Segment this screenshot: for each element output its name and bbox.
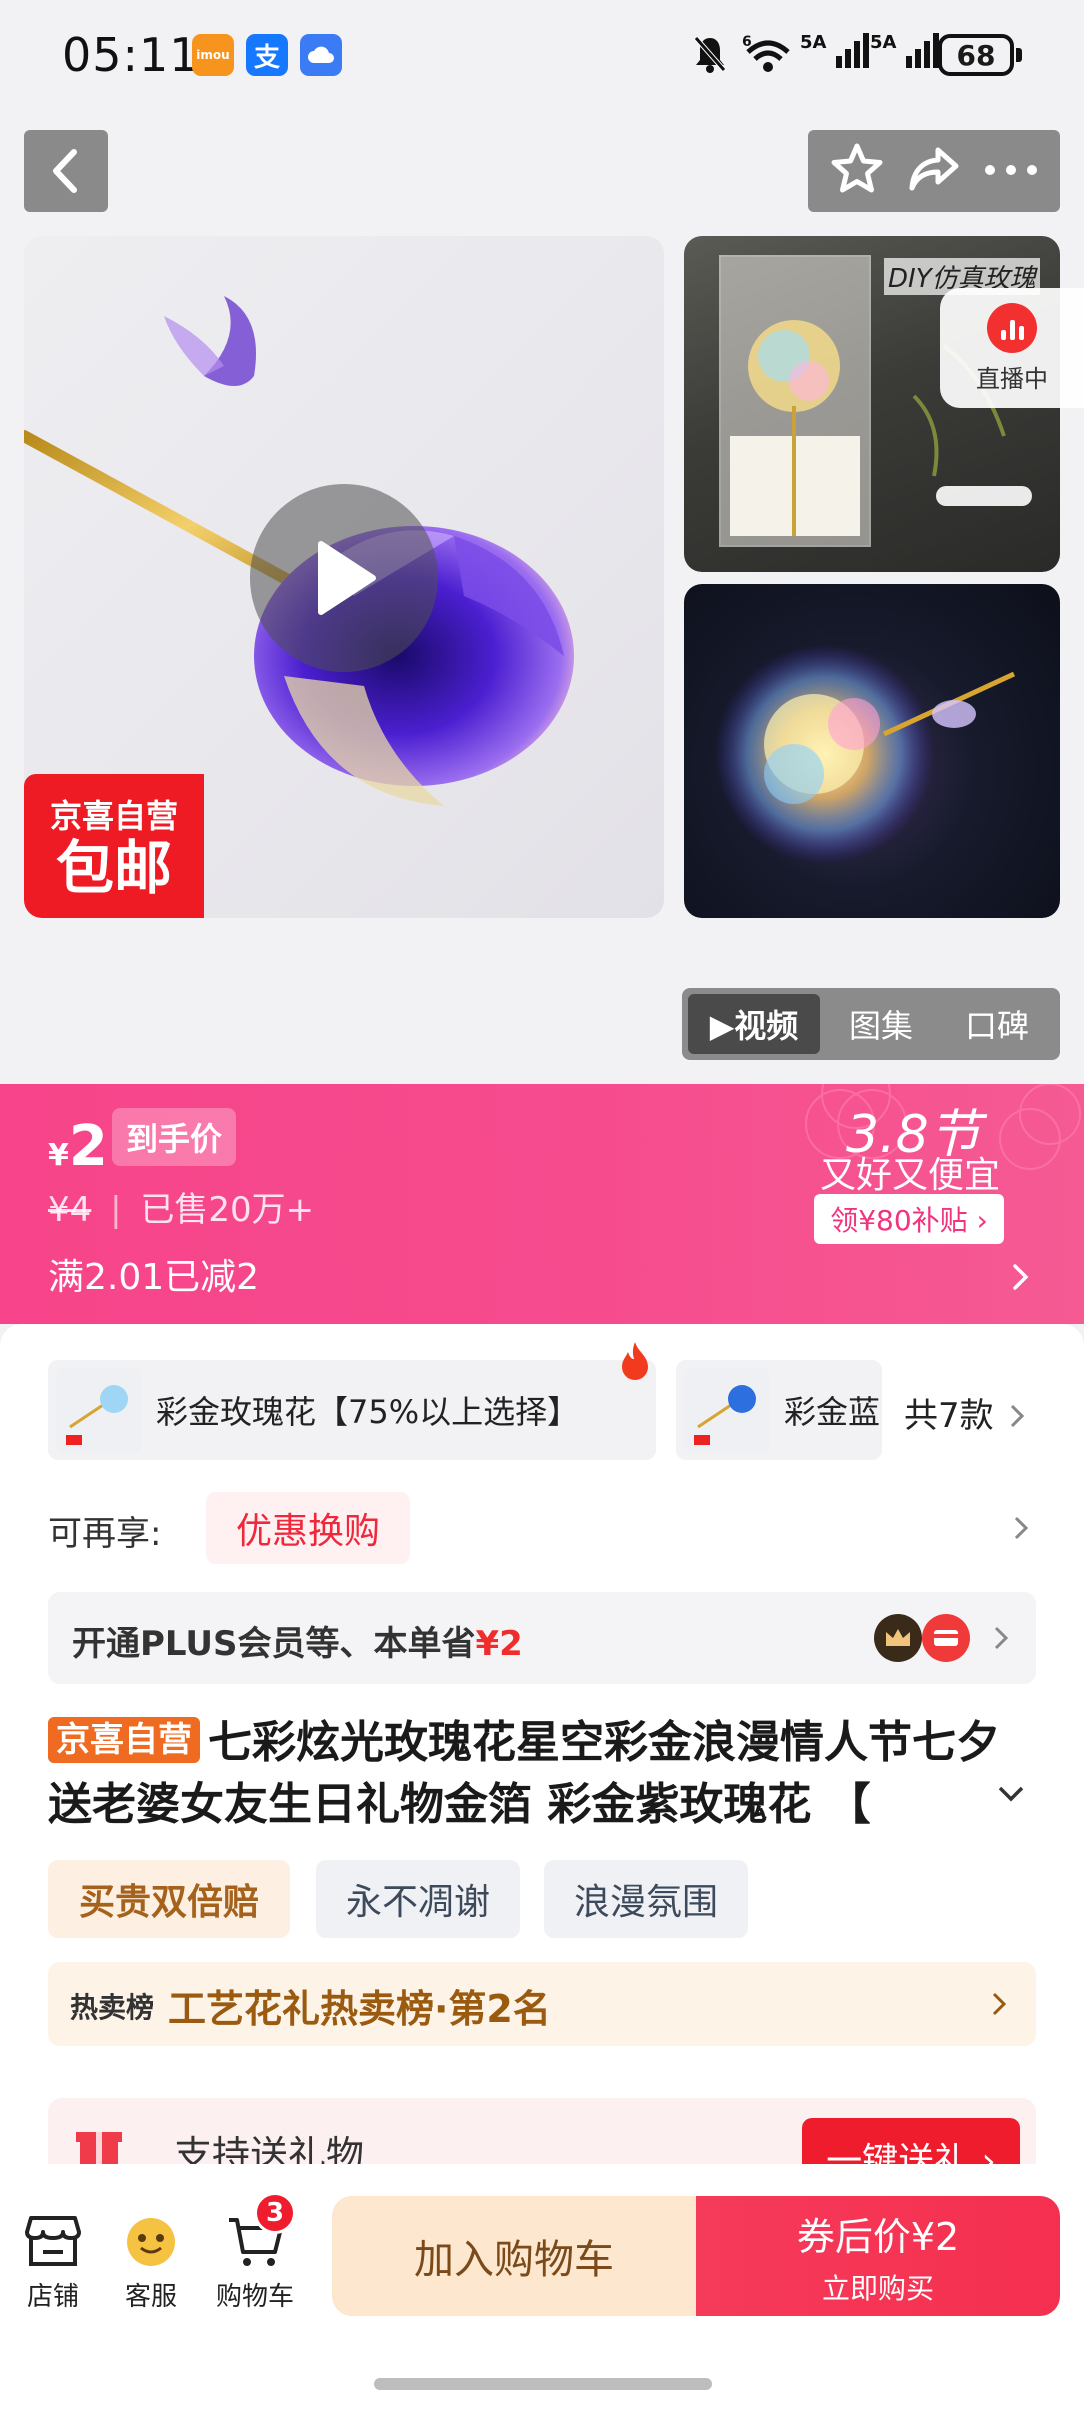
home-indicator[interactable]: [374, 2378, 712, 2390]
title-jx-tag: 京喜自营: [48, 1717, 200, 1763]
original-price: ¥4: [48, 1190, 92, 1230]
live-streaming-badge[interactable]: 直播中: [940, 288, 1084, 408]
price-original-line: ¥4 | 已售20万+: [48, 1190, 315, 1230]
hot-flame-icon: [616, 1340, 654, 1386]
buy-price-label: 券后价¥2: [796, 2214, 960, 2259]
tab-gallery[interactable]: 图集: [826, 994, 936, 1054]
price-banner: ¥2 到手价 ¥4 | 已售20万+ 满2.01已减2 3.8节 又好又便宜 领…: [0, 1084, 1084, 1324]
imou-app-icon: imou: [192, 34, 234, 76]
festival-subtitle: 又好又便宜: [820, 1155, 1001, 1196]
price-current: ¥2: [48, 1114, 108, 1179]
battery-indicator: 68: [938, 34, 1014, 76]
badge-line2: 包邮: [55, 834, 172, 903]
chevron-right-icon: [1011, 1404, 1025, 1428]
back-icon: [53, 149, 77, 193]
title-expand-button[interactable]: [990, 1784, 1026, 1808]
top-actions: [808, 130, 1060, 212]
back-button[interactable]: [24, 130, 108, 212]
cart-count-badge: 3: [254, 2192, 296, 2234]
status-bar: 05:11 imou 支 6 5A 5A 68: [0, 0, 1084, 120]
hot-ranking-row[interactable]: 热卖榜 工艺花礼热卖榜·第2名: [48, 1962, 1036, 2046]
favorite-button[interactable]: [829, 142, 885, 200]
customer-service-icon: [127, 2218, 175, 2266]
variant-option-2[interactable]: 彩金蓝: [676, 1360, 882, 1460]
variant-count[interactable]: 共7款: [904, 1388, 1026, 1437]
buy-now-label: 立即购买: [821, 2271, 934, 2305]
product-title: 京喜自营 七彩炫光玫瑰花星空彩金浪漫情人节七夕送老婆女友生日礼物金箔 彩金紫玫瑰花…: [48, 1712, 1038, 1836]
share-icon: [909, 147, 959, 191]
store-icon: [25, 2216, 81, 2266]
feature-tag-never-wither[interactable]: 永不凋谢: [316, 1860, 520, 1938]
plus-chevron-icon: [992, 1624, 1010, 1656]
reenjoy-label: 可再享:: [48, 1514, 162, 1554]
plus-card-icon: [922, 1614, 970, 1662]
subsidy-coupon-button[interactable]: 领¥80补贴 ›: [814, 1194, 1004, 1244]
variant-thumb-1: [56, 1367, 142, 1453]
variant-label-2: 彩金蓝: [784, 1393, 881, 1431]
rank-label: 热卖榜: [70, 1991, 155, 2024]
variant-thumb-2: [684, 1367, 770, 1453]
more-icon: [985, 164, 1038, 175]
media-tabs: ▶视频 图集 口碑: [682, 988, 1060, 1060]
live-icon: [987, 302, 1037, 353]
live-label: 直播中: [976, 364, 1048, 393]
service-label: 客服: [124, 2282, 177, 2312]
badge-line1: 京喜自营: [49, 797, 178, 836]
battery-tip: [1016, 48, 1022, 62]
tab-video[interactable]: ▶视频: [688, 994, 820, 1054]
buy-now-button[interactable]: 券后价¥2 立即购买: [696, 2196, 1060, 2316]
share-button[interactable]: [906, 144, 962, 198]
rank-text: 工艺花礼热卖榜·第2名: [168, 1987, 551, 2031]
wifi-icon: 6: [740, 32, 792, 78]
plus-crown-icon: [874, 1614, 922, 1662]
variant-option-1[interactable]: 彩金玫瑰花【75%以上选择】: [48, 1360, 656, 1460]
plus-membership-row[interactable]: 开通PLUS会员等、本单省¥2: [48, 1592, 1036, 1684]
cloud-app-icon: [300, 34, 342, 76]
store-label: 店铺: [26, 2282, 79, 2312]
final-price-tag: 到手价: [112, 1108, 237, 1166]
plus-text: 开通PLUS会员等、本单省¥2: [72, 1624, 523, 1664]
tab-reviews[interactable]: 口碑: [942, 994, 1052, 1054]
discount-chevron-icon[interactable]: [1010, 1262, 1032, 1296]
rank-chevron-icon: [990, 1990, 1008, 2022]
variant-label-1: 彩金玫瑰花【75%以上选择】: [156, 1393, 580, 1431]
more-button[interactable]: [983, 162, 1039, 181]
star-icon: [831, 143, 883, 193]
customer-service-button[interactable]: 客服: [106, 2214, 196, 2313]
play-icon: [318, 541, 376, 615]
cell-signal-1: 5A: [800, 32, 870, 75]
cell-signal-2: 5A: [870, 32, 940, 75]
feature-tag-guarantee[interactable]: 买贵双倍赔: [48, 1860, 290, 1938]
gallery-thumb-2[interactable]: [684, 584, 1060, 918]
play-video-button[interactable]: [250, 484, 438, 672]
mute-bell-icon: [692, 34, 728, 78]
cart-label: 购物车: [215, 2282, 294, 2312]
feature-tag-romantic[interactable]: 浪漫氛围: [544, 1860, 748, 1938]
status-time: 05:11: [62, 28, 200, 82]
chevron-down-icon: [998, 1786, 1024, 1802]
reenjoy-chevron-icon[interactable]: [1012, 1514, 1030, 1546]
bottom-action-bar: 店铺 客服 购物车 3 加入购物车 券后价¥2 立即购买: [0, 2164, 1084, 2412]
alipay-app-icon: 支: [246, 34, 288, 76]
sold-count: 已售20万+: [140, 1190, 315, 1230]
jx-free-shipping-badge: 京喜自营 包邮: [24, 774, 204, 918]
discount-text: 满2.01已减2: [48, 1257, 260, 1298]
store-button[interactable]: 店铺: [8, 2214, 98, 2313]
trade-in-discount-tag[interactable]: 优惠换购: [206, 1492, 410, 1564]
add-to-cart-button[interactable]: 加入购物车: [332, 2196, 696, 2316]
